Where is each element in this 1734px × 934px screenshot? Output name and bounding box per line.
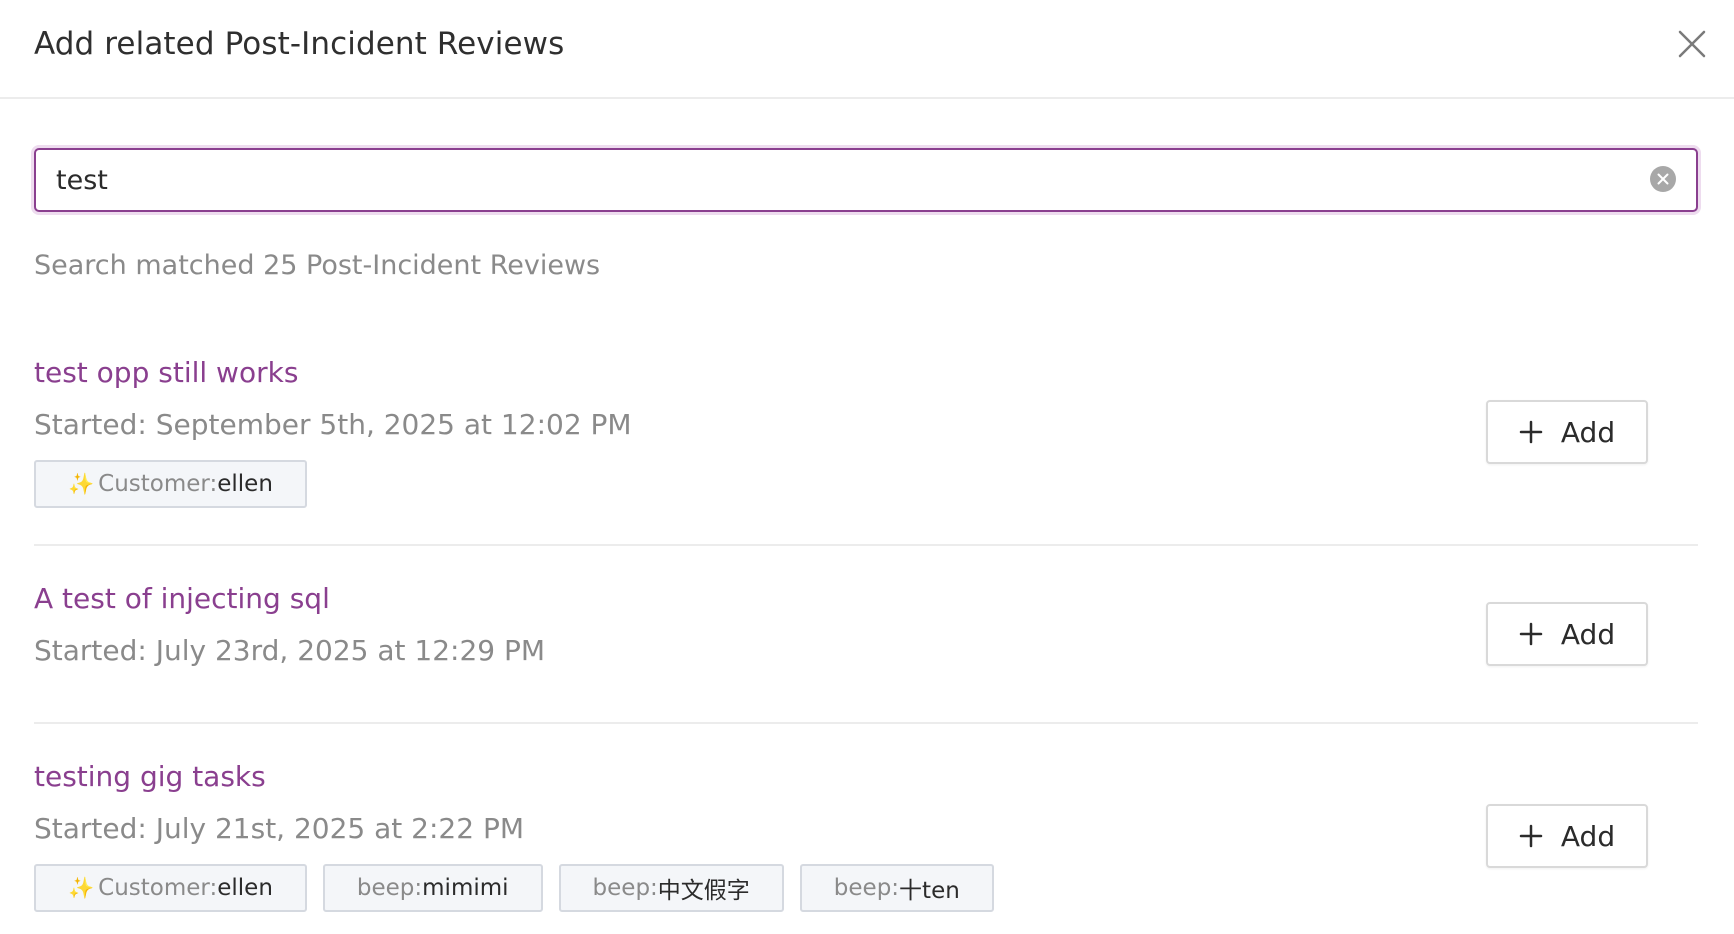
search-input[interactable] bbox=[56, 150, 1616, 210]
review-tags: ✨ Customer: ellen beep: mimimi beep: 中文假… bbox=[34, 864, 994, 912]
add-button-label: Add bbox=[1560, 819, 1616, 853]
tag-key: Customer: bbox=[98, 471, 218, 497]
plus-icon bbox=[1519, 824, 1543, 848]
review-start-date: Started: July 23rd, 2025 at 12:29 PM bbox=[34, 634, 546, 667]
tag-value: mimimi bbox=[422, 875, 509, 901]
clear-circle-icon bbox=[1657, 173, 1669, 185]
review-tags: ✨ Customer: ellen bbox=[34, 460, 307, 508]
close-icon bbox=[1678, 30, 1706, 58]
sparkles-icon: ✨ bbox=[68, 471, 95, 496]
review-result: testing gig tasks Started: July 21st, 20… bbox=[34, 760, 1698, 930]
tag-customer: ✨ Customer: ellen bbox=[34, 864, 307, 912]
tag-key: beep: bbox=[592, 875, 658, 901]
search-result-count: Search matched 25 Post-Incident Reviews bbox=[34, 250, 601, 281]
tag-key: beep: bbox=[833, 875, 900, 901]
review-start-date: Started: July 21st, 2025 at 2:22 PM bbox=[34, 812, 524, 845]
plus-icon bbox=[1519, 622, 1543, 646]
tag-value: 中文假字 bbox=[657, 878, 750, 904]
tag-key: Customer: bbox=[98, 875, 218, 901]
tag-value: ellen bbox=[217, 471, 273, 497]
clear-search-button[interactable] bbox=[1650, 166, 1676, 192]
add-related-reviews-modal: Add related Post-Incident Reviews Search… bbox=[0, 0, 1734, 934]
sparkles-icon: ✨ bbox=[68, 875, 95, 900]
modal-title: Add related Post-Incident Reviews bbox=[34, 26, 565, 62]
search-box bbox=[34, 148, 1698, 212]
review-result: test opp still works Started: September … bbox=[34, 356, 1698, 546]
review-result: A test of injecting sql Started: July 23… bbox=[34, 582, 1698, 724]
tag-beep: beep: 十ten bbox=[799, 864, 994, 912]
tag-customer: ✨ Customer: ellen bbox=[34, 460, 307, 508]
add-button-label: Add bbox=[1560, 415, 1616, 449]
add-button-label: Add bbox=[1560, 617, 1616, 651]
review-title-link[interactable]: A test of injecting sql bbox=[34, 582, 330, 615]
review-title-link[interactable]: test opp still works bbox=[34, 356, 298, 389]
tag-key: beep: bbox=[356, 875, 423, 901]
tag-value: 十ten bbox=[899, 878, 960, 904]
tag-beep: beep: 中文假字 bbox=[558, 864, 784, 912]
modal-header: Add related Post-Incident Reviews bbox=[0, 0, 1734, 99]
review-title-link[interactable]: testing gig tasks bbox=[34, 760, 266, 793]
review-start-date: Started: September 5th, 2025 at 12:02 PM bbox=[34, 408, 632, 441]
tag-beep: beep: mimimi bbox=[322, 864, 543, 912]
plus-icon bbox=[1519, 420, 1543, 444]
close-button[interactable] bbox=[1674, 26, 1710, 62]
add-review-button[interactable]: Add bbox=[1486, 804, 1648, 868]
add-review-button[interactable]: Add bbox=[1486, 602, 1648, 666]
tag-value: ellen bbox=[217, 875, 273, 901]
add-review-button[interactable]: Add bbox=[1486, 400, 1648, 464]
